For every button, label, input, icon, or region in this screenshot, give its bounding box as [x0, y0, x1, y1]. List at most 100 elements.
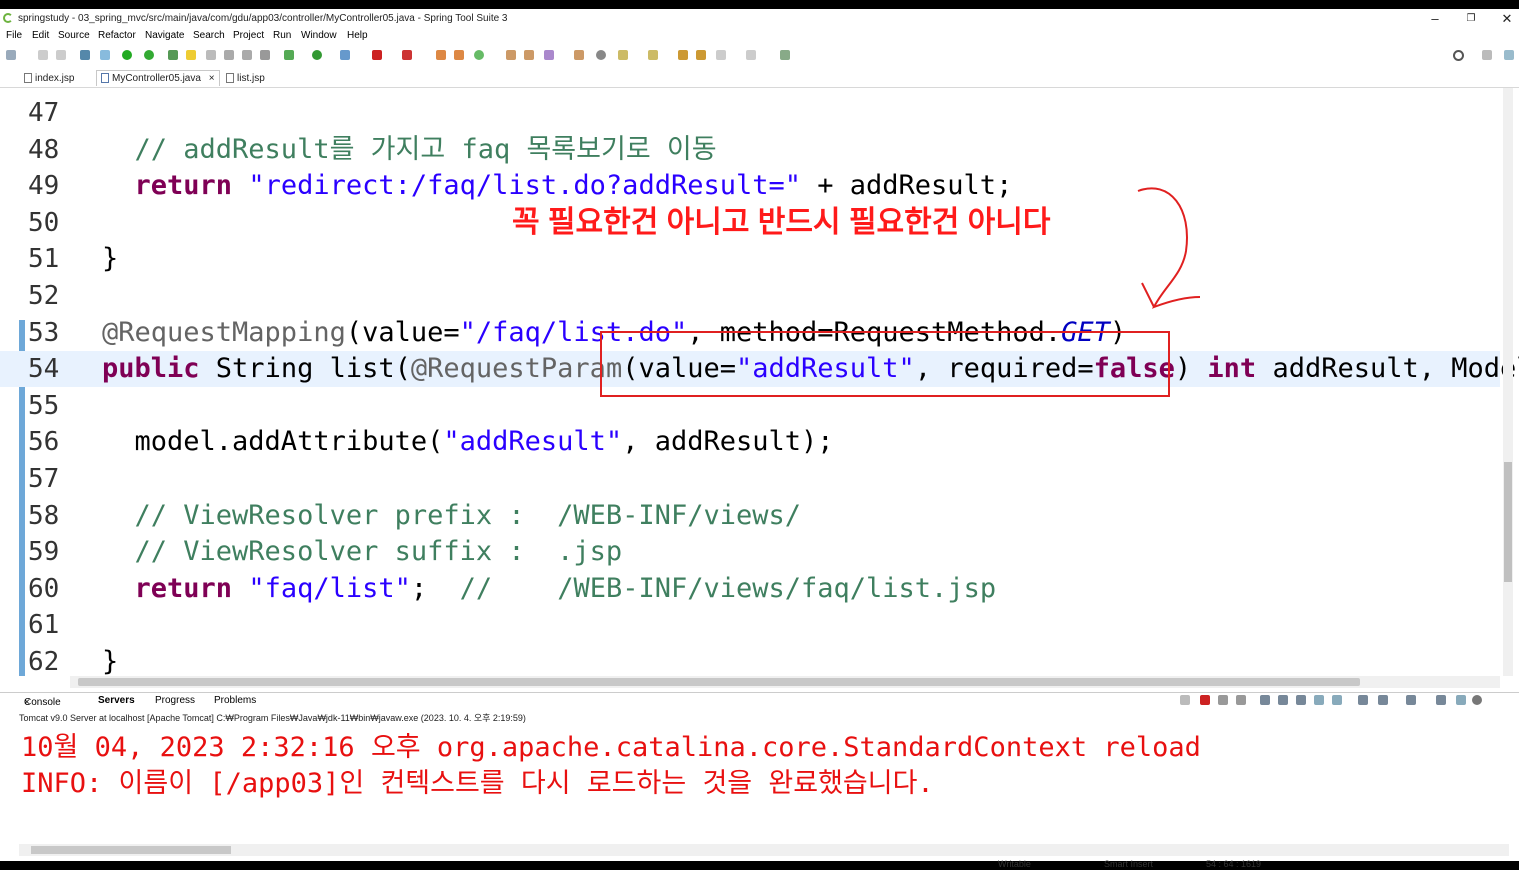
stop-icon[interactable]: [372, 50, 382, 60]
menu-search[interactable]: Search: [193, 30, 225, 41]
code-token: public: [102, 353, 216, 385]
code-line[interactable]: 57: [0, 461, 1500, 497]
editor-horizontal-scrollbar[interactable]: [70, 676, 1500, 688]
line-number: 59: [28, 537, 60, 568]
new-java-project-icon[interactable]: [436, 50, 446, 60]
debug-icon[interactable]: [284, 50, 294, 60]
menu-refactor[interactable]: Refactor: [98, 30, 136, 41]
new-icon[interactable]: [6, 50, 16, 60]
open-resource-icon[interactable]: [242, 50, 252, 60]
pin-editor-icon[interactable]: [780, 50, 790, 60]
menu-file[interactable]: File: [6, 30, 22, 41]
code-token: "addResult": [443, 426, 623, 458]
editor-vertical-thumb[interactable]: [1504, 462, 1512, 582]
new-class-icon[interactable]: [474, 50, 484, 60]
tab-label: list.jsp: [237, 73, 265, 84]
code-line[interactable]: 48 // addResult를 가지고 faq 목록보기로 이동: [0, 132, 1500, 168]
refresh-icon[interactable]: [144, 50, 154, 60]
deploy-icon[interactable]: [402, 50, 412, 60]
console-horizontal-thumb[interactable]: [31, 846, 231, 854]
menu-source[interactable]: Source: [58, 30, 90, 41]
code-line[interactable]: 47: [0, 95, 1500, 131]
tab-list-jsp[interactable]: list.jsp: [226, 71, 265, 86]
editor-horizontal-thumb[interactable]: [78, 678, 1360, 686]
word-wrap-icon[interactable]: [1296, 695, 1306, 705]
code-token: addResult, Model: [1272, 353, 1519, 385]
tab-problems[interactable]: Problems: [214, 695, 256, 706]
next-annotation-icon[interactable]: [618, 50, 628, 60]
tab-close-icon[interactable]: ×: [209, 73, 215, 84]
scroll-lock-icon[interactable]: [1278, 695, 1288, 705]
java-perspective-icon[interactable]: [1504, 50, 1514, 60]
remove-icon[interactable]: [1218, 695, 1228, 705]
open-console-icon[interactable]: [1406, 695, 1416, 705]
console-close-icon[interactable]: ×: [24, 697, 30, 708]
search-icon[interactable]: [1453, 50, 1464, 61]
remove-launch-icon[interactable]: [1180, 695, 1190, 705]
console-horizontal-scrollbar[interactable]: [19, 844, 1509, 856]
tab-servers[interactable]: Servers: [98, 695, 135, 706]
spring-icon[interactable]: [168, 50, 178, 60]
console-output[interactable]: 10월 04, 2023 2:32:16 오후 org.apache.catal…: [19, 723, 1519, 843]
code-line[interactable]: 61: [0, 607, 1500, 643]
back-icon[interactable]: [696, 50, 706, 60]
display-console-icon[interactable]: [1378, 695, 1388, 705]
last-edit-icon[interactable]: [678, 50, 688, 60]
start-server-icon[interactable]: [122, 50, 132, 60]
tab-mycontroller05-java[interactable]: MyController05.java ×: [96, 70, 220, 86]
menu-run[interactable]: Run: [273, 30, 291, 41]
save-icon[interactable]: [38, 50, 48, 60]
line-number: 52: [28, 281, 60, 311]
close-button[interactable]: ✕: [1492, 11, 1519, 27]
link-icon[interactable]: [1456, 695, 1466, 705]
main-toolbar: [0, 45, 1519, 69]
handwritten-annotation: 꼭 필요한건 아니고 반드시 필요한건 아니다: [512, 206, 1051, 239]
terminate-icon[interactable]: [1200, 695, 1210, 705]
maximize-button[interactable]: ❐: [1456, 13, 1486, 24]
debug-console-icon[interactable]: [1436, 695, 1446, 705]
new-package-icon[interactable]: [454, 50, 464, 60]
open-type-icon[interactable]: [224, 50, 234, 60]
code-line[interactable]: 56 model.addAttribute("addResult", addRe…: [0, 424, 1500, 460]
menu-window[interactable]: Window: [301, 30, 337, 41]
open-task-icon[interactable]: [524, 50, 534, 60]
skip-breakpoints-icon[interactable]: [100, 50, 110, 60]
forward-icon[interactable]: [746, 50, 756, 60]
tab-index-jsp[interactable]: index.jsp: [24, 71, 74, 86]
code-token: ): [1174, 353, 1208, 385]
show-on-error-icon[interactable]: [1332, 695, 1342, 705]
menu-project[interactable]: Project: [233, 30, 264, 41]
code-line[interactable]: 52: [0, 278, 1500, 314]
show-on-output-icon[interactable]: [1314, 695, 1324, 705]
clear-console-icon[interactable]: [1260, 695, 1270, 705]
run-icon[interactable]: [312, 50, 322, 60]
open-perspective-icon[interactable]: [1482, 50, 1492, 60]
code-line[interactable]: 60 return "faq/list"; // /WEB-INF/views/…: [0, 571, 1500, 607]
menu-help[interactable]: Help: [347, 30, 368, 41]
external-tools-icon[interactable]: [340, 50, 350, 60]
gear-icon[interactable]: [1472, 695, 1482, 705]
pin-console-icon[interactable]: [1358, 695, 1368, 705]
remove-all-icon[interactable]: [1236, 695, 1246, 705]
globe-icon[interactable]: [596, 50, 606, 60]
annotation-icon[interactable]: [574, 50, 584, 60]
menu-navigate[interactable]: Navigate: [145, 30, 184, 41]
show-whitespace-icon[interactable]: [260, 50, 270, 60]
console-toggle-icon[interactable]: [80, 50, 90, 60]
editor-vertical-scrollbar[interactable]: [1503, 88, 1513, 676]
open-folder-icon[interactable]: [506, 50, 516, 60]
code-line[interactable]: 51}: [0, 241, 1500, 277]
code-line[interactable]: 58 // ViewResolver prefix : /WEB-INF/vie…: [0, 498, 1500, 534]
line-number: 56: [28, 427, 60, 458]
search-tool-icon[interactable]: [544, 50, 554, 60]
save-all-icon[interactable]: [56, 50, 66, 60]
edit-icon[interactable]: [186, 50, 196, 60]
prev-annotation-icon[interactable]: [648, 50, 658, 60]
code-line[interactable]: 62}: [0, 644, 1500, 676]
code-line[interactable]: 59 // ViewResolver suffix : .jsp: [0, 534, 1500, 570]
pin-icon[interactable]: [206, 50, 216, 60]
menu-edit[interactable]: Edit: [32, 30, 49, 41]
forward-back-icon[interactable]: [716, 50, 726, 60]
minimize-button[interactable]: –: [1420, 11, 1450, 26]
tab-progress[interactable]: Progress: [155, 695, 195, 706]
